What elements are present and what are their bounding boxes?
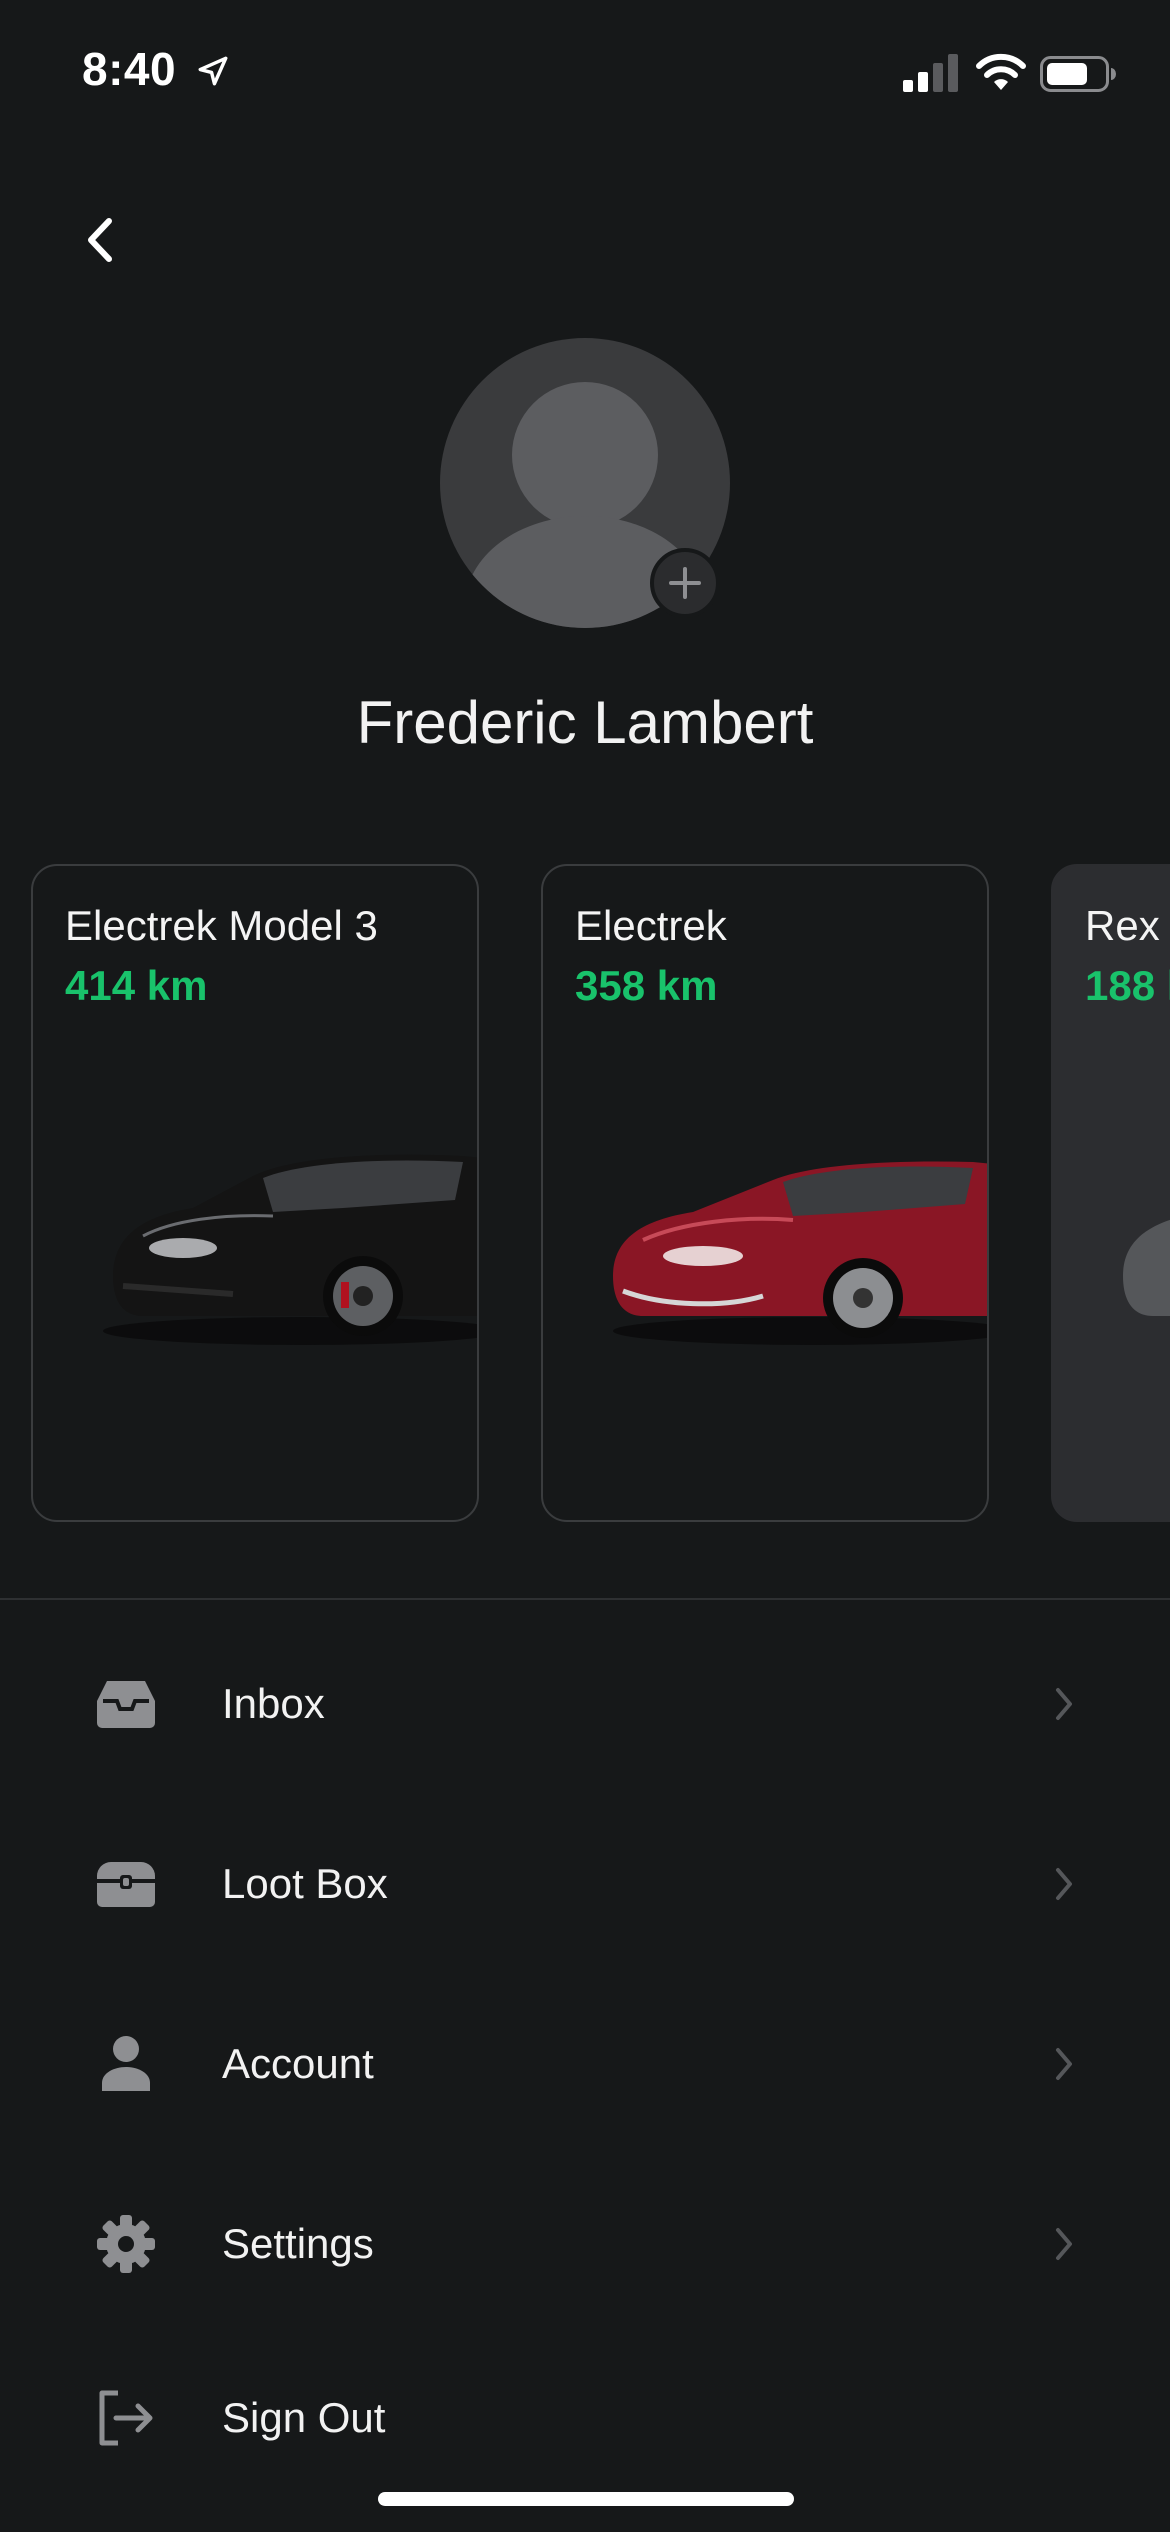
vehicle-carousel[interactable]: Electrek Model 3 414 km Electrek 358 km	[0, 864, 1170, 1524]
back-button[interactable]	[70, 200, 130, 280]
cellular-signal-icon	[903, 54, 958, 92]
vehicle-card[interactable]: Rex 188 km	[1051, 864, 1170, 1522]
profile-name: Frederic Lambert	[356, 689, 814, 756]
vehicle-card[interactable]: Electrek 358 km	[541, 864, 989, 1522]
inbox-icon	[92, 1672, 160, 1736]
vehicle-range: 414 km	[65, 962, 208, 1009]
chevron-right-icon	[1056, 2228, 1072, 2260]
location-arrow-icon	[198, 56, 228, 86]
section-divider	[0, 1598, 1170, 1600]
menu-item-label: Loot Box	[222, 1860, 388, 1907]
menu-item-label: Sign Out	[222, 2394, 386, 2441]
avatar-head-shape	[512, 382, 658, 528]
gear-icon	[92, 2212, 160, 2276]
vehicle-name: Electrek Model 3	[65, 902, 378, 949]
chevron-right-icon	[1056, 1688, 1072, 1720]
chest-icon	[92, 1852, 160, 1916]
car-image-black	[103, 1154, 477, 1345]
status-time: 8:40	[82, 43, 177, 95]
chevron-right-icon	[1056, 1868, 1072, 1900]
status-bar: 8:40	[0, 0, 1170, 140]
menu-item-account[interactable]: Account	[0, 2004, 1170, 2124]
menu-item-sign-out[interactable]: Sign Out	[0, 2358, 1170, 2478]
menu-item-label: Account	[222, 2040, 374, 2087]
chevron-left-icon	[88, 218, 112, 262]
vehicle-card[interactable]: Electrek Model 3 414 km	[31, 864, 479, 1522]
home-indicator[interactable]	[378, 2492, 794, 2506]
battery-icon	[1040, 56, 1116, 92]
plus-icon	[669, 567, 701, 599]
wifi-icon	[976, 53, 1026, 90]
menu-item-loot-box[interactable]: Loot Box	[0, 1824, 1170, 1944]
menu-item-label: Settings	[222, 2220, 374, 2267]
add-photo-button[interactable]	[650, 548, 720, 618]
vehicle-name: Rex	[1085, 902, 1160, 949]
sign-out-icon	[92, 2386, 160, 2450]
car-image-gray	[1123, 1219, 1170, 1316]
vehicle-name: Electrek	[575, 902, 727, 949]
car-image-red	[613, 1161, 987, 1345]
person-icon	[92, 2032, 160, 2096]
menu-item-settings[interactable]: Settings	[0, 2184, 1170, 2304]
vehicle-range: 188 km	[1085, 962, 1170, 1009]
vehicle-range: 358 km	[575, 962, 718, 1009]
menu-item-inbox[interactable]: Inbox	[0, 1644, 1170, 1764]
chevron-right-icon	[1056, 2048, 1072, 2080]
menu-item-label: Inbox	[222, 1680, 325, 1727]
